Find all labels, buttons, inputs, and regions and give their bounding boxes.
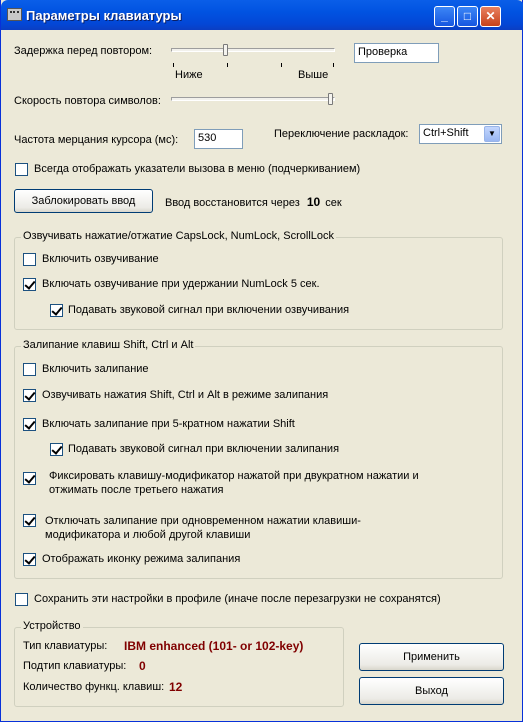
sound-group-title: Озвучивать нажатие/отжатие CapsLock, Num… [21,230,336,242]
rate-slider-track [171,97,335,101]
slider-high-label: Выше [298,69,329,81]
underline-checkbox[interactable] [15,163,28,176]
restore-prefix: Ввод восстановится через [165,197,300,209]
sticky-icon-label: Отображать иконку режима залипания [42,553,241,565]
maximize-button[interactable]: □ [457,6,478,27]
sticky-icon-checkbox[interactable] [23,553,36,566]
rate-slider[interactable] [169,91,337,109]
sticky-beep-checkbox[interactable] [50,443,63,456]
blink-input[interactable]: 530 [194,129,243,149]
window-title: Параметры клавиатуры [26,8,182,23]
sticky-lock-label-line2: отжимать после третьего нажатия [49,484,224,496]
sound-beep-checkbox[interactable] [50,304,63,317]
numlock-hold-label: Включать озвучивание при удержании NumLo… [42,278,320,290]
keyboard-type-label: Тип клавиатуры: [23,640,108,652]
function-keys-label: Количество функц. клавиш: [23,681,165,693]
sticky-lock-checkbox[interactable] [23,472,36,485]
sticky-enable-label: Включить залипание [42,363,149,375]
sticky-shift5-label: Включать залипание при 5-кратном нажатии… [42,418,295,430]
save-profile-label: Сохранить эти настройки в профиле (иначе… [34,593,441,605]
save-profile-checkbox[interactable] [15,593,28,606]
sound-enable-checkbox[interactable] [23,253,36,266]
close-button[interactable]: ✕ [480,6,501,27]
apply-button[interactable]: Применить [359,643,504,671]
layout-switch-label: Переключение раскладок: [274,128,409,140]
delay-slider-thumb[interactable] [223,44,228,56]
minimize-button[interactable]: _ [434,6,455,27]
keyboard-subtype-value: 0 [139,659,146,673]
slider-tick [173,63,174,67]
delay-slider-track [171,48,335,52]
exit-button[interactable]: Выход [359,677,504,705]
slider-tick [281,63,282,67]
keyboard-icon [7,8,22,21]
sticky-disable-checkbox[interactable] [23,514,36,527]
title-bar[interactable]: Параметры клавиатуры _ □ ✕ [1,0,523,30]
sticky-shift5-checkbox[interactable] [23,418,36,431]
sticky-disable-label-line2: модификатора и любой другой клавиши [45,529,251,541]
rate-slider-thumb[interactable] [328,93,333,105]
sticky-beep-label: Подавать звуковой сигнал при включении з… [68,443,340,455]
layout-switch-select[interactable]: Ctrl+Shift ▼ [419,124,502,144]
block-input-button[interactable]: Заблокировать ввод [14,189,153,213]
sticky-group-title: Залипание клавиш Shift, Ctrl и Alt [21,339,196,351]
sticky-lock-label-line1: Фиксировать клавишу-модификатор нажатой … [49,470,419,482]
numlock-hold-checkbox[interactable] [23,278,36,291]
sticky-group: Залипание клавиш Shift, Ctrl и Alt [14,339,503,579]
keyboard-settings-window: Параметры клавиатуры _ □ ✕ Задержка пере… [0,0,523,722]
delay-label: Задержка перед повтором: [14,45,153,57]
keyboard-type-value: IBM enhanced (101- or 102-key) [124,639,304,653]
device-group-title: Устройство [21,620,83,632]
sound-enable-label: Включить озвучивание [42,253,159,265]
underline-label: Всегда отображать указатели вызова в мен… [34,163,361,175]
keyboard-subtype-label: Подтип клавиатуры: [23,660,127,672]
layout-switch-value: Ctrl+Shift [423,127,469,139]
slider-tick [333,63,334,67]
chevron-down-icon[interactable]: ▼ [484,126,500,142]
function-keys-value: 12 [169,680,183,694]
sticky-enable-checkbox[interactable] [23,363,36,376]
sticky-sound-label: Озвучивать нажатия Shift, Ctrl и Alt в р… [42,389,329,401]
restore-value: 10 [306,195,321,209]
sticky-disable-label-line1: Отключать залипание при одновременном на… [45,515,361,527]
restore-text: Ввод восстановится через 10 сек [165,195,342,209]
rate-label: Скорость повтора символов: [14,95,161,107]
slider-low-label: Ниже [175,69,203,81]
sticky-sound-checkbox[interactable] [23,389,36,402]
test-input[interactable]: Проверка [354,43,439,63]
slider-tick [227,63,228,67]
sound-beep-label: Подавать звуковой сигнал при включении о… [68,304,350,316]
restore-unit: сек [325,197,342,209]
blink-label: Частота мерцания курсора (мс): [14,134,179,146]
